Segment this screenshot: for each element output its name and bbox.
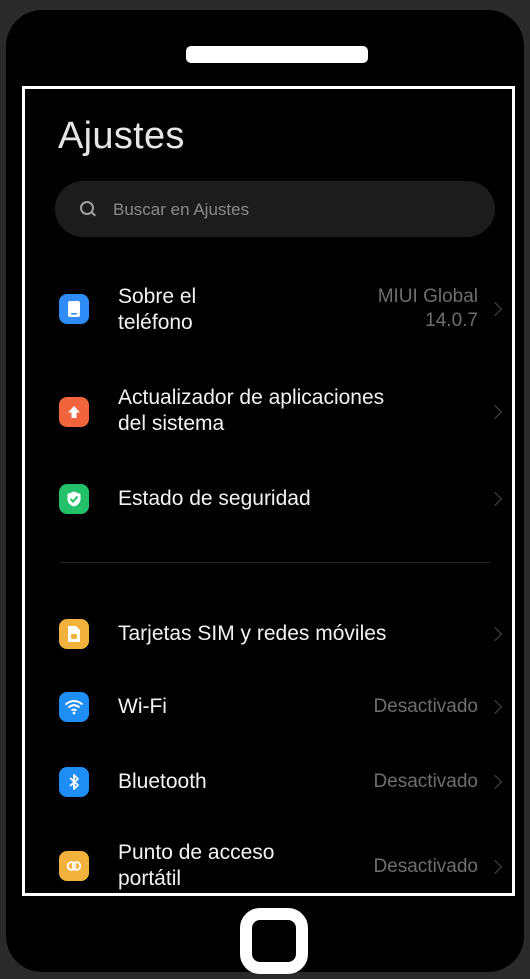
- settings-item-value: Desactivado: [373, 856, 478, 877]
- section-divider: [60, 562, 490, 563]
- phone-frame: Ajustes Buscar en Ajustes Sobre el teléf…: [6, 10, 524, 974]
- hotspot-icon: [59, 851, 89, 881]
- search-placeholder: Buscar en Ajustes: [113, 200, 250, 219]
- settings-item-label: Estado de seguridad: [118, 487, 311, 510]
- chevron-right-icon: [487, 301, 503, 317]
- chevron-right-icon: [487, 491, 503, 507]
- settings-item-hotspot[interactable]: Punto de acceso portátil Desactivado: [25, 829, 512, 893]
- wifi-icon: [59, 692, 89, 722]
- settings-item-label: Sobre el teléfono: [118, 285, 197, 334]
- settings-item-value: Desactivado: [373, 696, 478, 717]
- settings-item-sim-cards[interactable]: Tarjetas SIM y redes móviles: [25, 604, 512, 664]
- settings-item-label: Wi-Fi: [118, 695, 167, 718]
- settings-item-label: Punto de acceso portátil: [118, 841, 275, 890]
- settings-item-value: MIUI Global 14.0.7: [377, 286, 478, 331]
- settings-item-value: Desactivado: [373, 771, 478, 792]
- chevron-right-icon: [487, 774, 503, 790]
- phone-icon: [59, 294, 89, 324]
- settings-item-label: Tarjetas SIM y redes móviles: [118, 622, 387, 645]
- bluetooth-icon: [59, 767, 89, 797]
- chevron-right-icon: [487, 699, 503, 715]
- search-icon: [80, 201, 94, 215]
- settings-item-system-app-updater[interactable]: Actualizador de aplicaciones del sistema: [25, 377, 512, 447]
- settings-item-label: Bluetooth: [118, 770, 207, 793]
- settings-item-bluetooth[interactable]: Bluetooth Desactivado: [25, 752, 512, 812]
- chevron-right-icon: [487, 626, 503, 642]
- search-input[interactable]: Buscar en Ajustes: [55, 181, 495, 237]
- sim-card-icon: [59, 619, 89, 649]
- page-title: Ajustes: [58, 115, 185, 157]
- settings-item-wifi[interactable]: Wi-Fi Desactivado: [25, 677, 512, 737]
- settings-item-about-phone[interactable]: Sobre el teléfono MIUI Global 14.0.7: [25, 274, 512, 344]
- arrow-up-icon: [59, 397, 89, 427]
- settings-item-security-status[interactable]: Estado de seguridad: [25, 469, 512, 529]
- chevron-right-icon: [487, 859, 503, 875]
- chevron-right-icon: [487, 404, 503, 420]
- settings-item-label: Actualizador de aplicaciones del sistema: [118, 386, 385, 435]
- shield-check-icon: [59, 484, 89, 514]
- settings-screen: Ajustes Buscar en Ajustes Sobre el teléf…: [22, 86, 515, 896]
- speaker-slot: [186, 46, 368, 63]
- home-button[interactable]: [240, 908, 308, 974]
